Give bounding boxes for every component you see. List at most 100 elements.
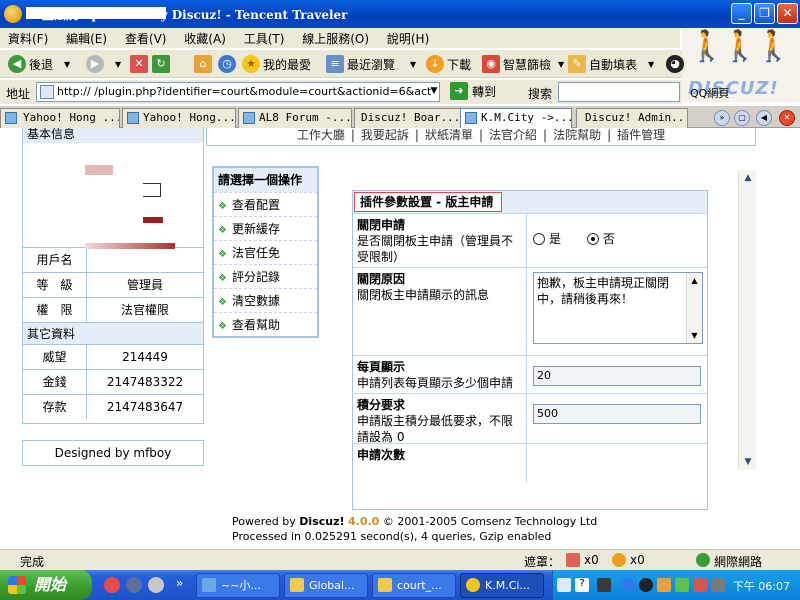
textarea-scrollbar[interactable]: ▲ ▼ — [686, 273, 702, 343]
menu-view[interactable]: 查看(V) — [117, 28, 173, 47]
back-dropdown-icon[interactable]: ▼ — [64, 60, 70, 69]
taskbar-item-1[interactable]: ~~小... — [196, 573, 280, 598]
menu-file[interactable]: 資料(F) — [0, 28, 54, 47]
filter-dropdown-icon[interactable]: ▼ — [558, 60, 564, 69]
home-button[interactable]: ⌂ — [194, 54, 212, 74]
tab-scroll-icon[interactable]: » — [714, 110, 730, 126]
scroll-down-icon[interactable]: ▼ — [740, 454, 756, 470]
recent-list-icon: ≡ — [326, 55, 344, 73]
radio-no[interactable]: 否 — [586, 232, 615, 246]
quicklaunch-expand-icon[interactable]: » — [176, 576, 183, 590]
search-label: 搜索 — [528, 87, 553, 101]
tray-qq-icon[interactable] — [639, 578, 653, 592]
tab-back-icon[interactable]: ◀ — [756, 110, 772, 126]
money-value: 2147483322 — [106, 375, 184, 389]
discuz-link[interactable]: Discuz! — [299, 515, 344, 528]
op-update-cache[interactable]: ❖ 更新緩存 — [214, 216, 317, 240]
volume-icon[interactable] — [711, 578, 725, 592]
tab-al8-forum[interactable]: AL8 Forum -... — [238, 108, 352, 128]
forward-button[interactable]: ▶ ▼ — [86, 54, 121, 74]
radio-no-circle[interactable] — [586, 232, 599, 245]
nav-complaint-list[interactable]: 狀紙清單 — [425, 128, 473, 142]
per-page-input[interactable]: 20 — [533, 366, 701, 386]
download-button[interactable]: ↓ 下載 — [426, 54, 471, 74]
nav-court-help[interactable]: 法院幫助 — [553, 128, 601, 142]
content-scrollbar[interactable]: ▲ ▼ — [738, 170, 756, 470]
radio-yes[interactable]: 是 — [533, 232, 561, 246]
tray-app-icon[interactable] — [657, 578, 671, 592]
nav-plugin-admin[interactable]: 插件管理 — [617, 128, 665, 142]
ad-block-icon[interactable] — [612, 553, 626, 567]
op-clear-data[interactable]: ❖ 清空數據 — [214, 288, 317, 312]
qq-button[interactable]: ◕ — [666, 54, 684, 74]
menu-help[interactable]: 說明(H) — [379, 28, 435, 47]
plugin-settings-form: 插件參數設置 - 版主申請 關閉申請 是否關閉板主申請（管理員不受限制） 是 否 … — [352, 190, 708, 510]
nav-work-hall[interactable]: 工作大廳 — [297, 128, 345, 142]
popup-block-icon[interactable] — [566, 553, 580, 567]
history-button[interactable]: ◷ — [218, 54, 236, 74]
nav-file-lawsuit[interactable]: 我要起訴 — [361, 128, 409, 142]
quicklaunch-icon-1[interactable] — [104, 577, 120, 593]
radio-no-label: 否 — [602, 232, 615, 246]
recent-browsing-button[interactable]: ≡ 最近瀏覽 ▼ — [326, 54, 416, 74]
scroll-up-icon[interactable]: ▲ — [740, 170, 756, 186]
nav-separator: | — [607, 128, 612, 142]
op-view-config[interactable]: ❖ 查看配置 — [214, 192, 317, 216]
scroll-down-icon[interactable]: ▼ — [689, 330, 700, 341]
tab-label: K.M.City ->... — [481, 111, 572, 124]
close-tab-icon[interactable]: ✕ — [779, 110, 795, 126]
url-input[interactable]: http:// /plugin.php?identifier=court&mod… — [36, 82, 440, 102]
tab-yahoo-hong-2[interactable]: Yahoo! Hong... — [122, 108, 236, 128]
refresh-button[interactable]: ↻ — [152, 54, 170, 74]
quicklaunch-icon-2[interactable] — [126, 577, 142, 593]
nav-judge-intro[interactable]: 法官介紹 — [489, 128, 537, 142]
taskbar-item-4[interactable]: K.M.Ci... — [460, 573, 544, 598]
favorites-button[interactable]: ★ 我的最愛 — [242, 54, 311, 74]
tray-app-icon[interactable] — [693, 578, 707, 592]
radio-yes-circle[interactable] — [533, 232, 545, 245]
menu-tools[interactable]: 工具(T) — [236, 28, 291, 47]
window-title-bar[interactable]: 壹法院 - powered by Discuz! - Tencent Trave… — [0, 0, 800, 28]
menu-online-service[interactable]: 線上服務(O) — [294, 28, 375, 47]
quicklaunch-icon-3[interactable] — [148, 577, 164, 593]
credit-requirement-input[interactable]: 500 — [533, 404, 701, 424]
back-button[interactable]: ◀ 後退 ▼ — [8, 54, 70, 74]
tray-back-icon[interactable] — [621, 578, 635, 592]
tab-yahoo-hong-1[interactable]: Yahoo! Hong ... — [0, 108, 120, 128]
smart-filter-button[interactable]: ◉ 智慧篩檢 ▼ — [482, 54, 564, 74]
tab-discuz-admin[interactable]: Discuz! Admin... — [576, 108, 688, 128]
menu-favorites[interactable]: 收藏(A) — [176, 28, 232, 47]
stop-button[interactable]: ✕ — [130, 54, 148, 74]
op-judge-appoint[interactable]: ❖ 法官任免 — [214, 240, 317, 264]
maximize-button[interactable]: ❐ — [754, 3, 775, 24]
avatar-fragment — [85, 243, 175, 249]
tab-discuz-board[interactable]: Discuz! Boar... — [354, 108, 462, 128]
tray-app-icon[interactable] — [675, 578, 689, 592]
qq-webpage-button[interactable]: QQ網頁 — [690, 85, 729, 101]
tab-list-icon[interactable]: ▢ — [734, 110, 750, 126]
help-icon[interactable]: ? — [575, 578, 589, 592]
close-reason-textarea[interactable]: 抱歉，板主申請現正關閉中，請稍後再來！ ▲ ▼ — [533, 272, 703, 344]
op-view-help[interactable]: ❖ 查看幫助 — [214, 312, 317, 336]
autofill-button[interactable]: ✎ 自動填表 ▼ — [568, 54, 654, 74]
nav-separator: | — [543, 128, 548, 142]
search-input[interactable] — [558, 82, 680, 102]
taskbar-item-3[interactable]: court_... — [372, 573, 456, 598]
forward-dropdown-icon[interactable]: ▼ — [115, 60, 121, 69]
minimize-button[interactable]: _ — [731, 3, 752, 24]
url-dropdown-icon[interactable]: ▼ — [429, 83, 439, 99]
tab-km-city[interactable]: K.M.City ->... — [460, 108, 572, 128]
basic-info-header: 基本信息 — [23, 128, 203, 143]
op-rating-log[interactable]: ❖ 評分記錄 — [214, 264, 317, 288]
keyboard-icon[interactable] — [557, 578, 571, 592]
system-tray: ? 下午 06:07 — [552, 570, 800, 600]
autofill-dropdown-icon[interactable]: ▼ — [648, 60, 654, 69]
menu-edit[interactable]: 編輯(E) — [58, 28, 113, 47]
start-button[interactable]: 開始 — [0, 570, 92, 600]
go-button[interactable]: ➜ 轉到 — [450, 82, 496, 100]
taskbar-item-2[interactable]: Global... — [284, 573, 368, 598]
recent-dropdown-icon[interactable]: ▼ — [410, 60, 416, 69]
tray-app-icon[interactable] — [597, 578, 611, 592]
scroll-up-icon[interactable]: ▲ — [689, 275, 700, 286]
close-window-button[interactable]: ✕ — [777, 3, 798, 24]
